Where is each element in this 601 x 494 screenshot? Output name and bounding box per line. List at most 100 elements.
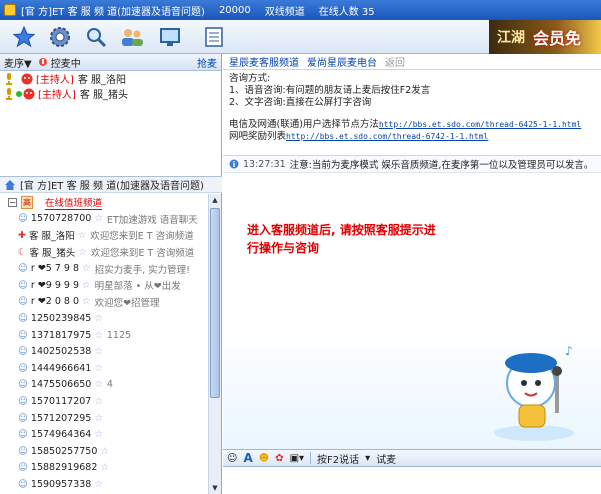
user-avatar-icon: ☺ bbox=[18, 412, 28, 424]
queue-mode-dropdown[interactable]: 麦序▼ bbox=[4, 55, 32, 70]
user-row[interactable]: ✚ 客 服_洛阳 ☆ 欢迎您来到E T 咨询频道 bbox=[0, 227, 208, 244]
user-avatar-icon: ☺ bbox=[18, 329, 28, 341]
tab-kefu[interactable]: 星辰麦客服频道 bbox=[229, 54, 299, 69]
user-row[interactable]: ☺ r ❤5 7 9 8 ☆ 招实力麦手, 实力管理! bbox=[0, 260, 208, 277]
user-row[interactable]: ☾ 客 服_猪头 ☆ 欢迎您来到E T 咨询频道 bbox=[0, 244, 208, 261]
user-row[interactable]: ☺ 1475506650 ☆ 4 bbox=[0, 377, 208, 394]
user-avatar-icon: ☺ bbox=[18, 478, 28, 490]
smiley-icon[interactable]: ☻ bbox=[259, 453, 269, 464]
queue-role: [主持人] bbox=[36, 75, 74, 86]
scroll-thumb[interactable] bbox=[210, 208, 220, 398]
font-icon[interactable]: A bbox=[243, 451, 252, 465]
friends-icon[interactable] bbox=[118, 23, 146, 51]
user-row[interactable]: ☺ 1250239845 ☆ bbox=[0, 310, 208, 327]
user-signature: 欢迎您来到E T 咨询频道 bbox=[90, 248, 195, 260]
user-row[interactable]: ☺ 15850257750 ☆ bbox=[0, 443, 208, 460]
user-avatar-icon: ☺ bbox=[18, 279, 28, 291]
user-level-star-icon: ☆ bbox=[94, 362, 103, 374]
user-signature: 欢迎您❤招管理 bbox=[94, 297, 160, 309]
notice-line: 1、语音咨询:有问题的朋友请上麦后按住F2发言 bbox=[229, 85, 431, 96]
user-avatar-icon: ☺ bbox=[18, 213, 28, 225]
user-row[interactable]: ☺ 1371817975 ☆ 1125 bbox=[0, 327, 208, 344]
flower-icon[interactable]: ✿ bbox=[275, 453, 283, 464]
list-icon[interactable] bbox=[200, 23, 228, 51]
title-bar: [官 方]ET 客 服 频 道(加速器及语音问题) 20000 双线频道 在线人… bbox=[0, 0, 601, 20]
user-signature: 1125 bbox=[106, 329, 132, 341]
user-row[interactable]: ☺ 1444966641 ☆ bbox=[0, 360, 208, 377]
user-row[interactable]: ☺ 15882919682 ☆ bbox=[0, 460, 208, 477]
user-list: − 高 在线值班频道 ☺ 1570728700 ☆ ET加速游戏 语音聊天 ✚ 客 服_洛… bbox=[0, 194, 208, 494]
back-link[interactable]: 返回 bbox=[385, 54, 405, 69]
user-row[interactable]: ☺ 1570117207 ☆ bbox=[0, 393, 208, 410]
microphone-icon bbox=[6, 87, 12, 100]
dropdown-arrow-icon[interactable]: ▾ bbox=[365, 453, 370, 464]
user-row[interactable]: ☺ 1570728700 ☆ ET加速游戏 语音聊天 bbox=[0, 211, 208, 228]
test-mic-button[interactable]: 试麦 bbox=[376, 451, 396, 466]
user-level-star-icon: ☆ bbox=[94, 213, 103, 225]
emoji-picker-icon[interactable]: ☺ bbox=[227, 453, 237, 464]
screenshot-icon[interactable]: ▣▾ bbox=[290, 453, 304, 464]
user-avatar-icon: ☺ bbox=[18, 312, 28, 324]
user-row[interactable]: ☺ r ❤9 9 9 9 ☆ 明星部落 • 从❤出发 bbox=[0, 277, 208, 294]
notice-line: 电信及网通(联通)用户选择节点方法http://bbs.et.sdo.com/t… bbox=[229, 119, 582, 130]
scroll-up-icon[interactable]: ▲ bbox=[209, 194, 221, 206]
tab-radio[interactable]: 爱尚星辰麦电台 bbox=[307, 54, 377, 69]
host-avatar-icon bbox=[21, 73, 33, 84]
search-icon[interactable] bbox=[82, 23, 110, 51]
screen-icon[interactable] bbox=[156, 23, 184, 51]
user-name: 1475506650 bbox=[30, 379, 92, 391]
user-signature: 4 bbox=[106, 379, 113, 391]
queue-item[interactable]: [主持人] 客 服_洛阳 bbox=[0, 71, 221, 86]
scroll-down-icon[interactable]: ▼ bbox=[209, 482, 221, 494]
user-name: 1570728700 bbox=[30, 213, 92, 225]
user-level-star-icon: ☆ bbox=[94, 329, 103, 341]
user-row[interactable]: ☺ r ❤2 0 8 0 ☆ 欢迎您❤招管理 bbox=[0, 294, 208, 311]
system-message: 13:27:31 注意:当前为麦序模式 娱乐音质频道,在麦序第一位以及管理员可以… bbox=[223, 156, 601, 173]
node-guide-link[interactable]: http://bbs.et.sdo.com/thread-6425-1-1.ht… bbox=[379, 120, 581, 129]
toolbar: 江湖 会员免 bbox=[0, 20, 601, 54]
user-name: 1574964364 bbox=[30, 429, 92, 441]
queue-user-name: 客 服_洛阳 bbox=[77, 75, 126, 86]
user-level-star-icon: ☆ bbox=[82, 263, 91, 275]
chat-area[interactable]: 进入客服频道后, 请按照客服提示进行操作与咨询 ♪ bbox=[223, 173, 601, 449]
channel-tabs: 星辰麦客服频道 爱尚星辰麦电台 返回 bbox=[223, 54, 601, 70]
left-panel: 麦序▼ 控麦中 抢麦 [主持人] 客 服_洛阳 [主持人] 客 服_猪头 [官 … bbox=[0, 54, 222, 494]
favorite-star-icon[interactable] bbox=[10, 23, 38, 51]
user-row[interactable]: ☺ 1574964364 ☆ bbox=[0, 426, 208, 443]
channel-tree-header[interactable]: [官 方]ET 客 服 频 道(加速器及语音问题) bbox=[0, 176, 222, 193]
user-row[interactable]: ☺ 1590957338 ☆ bbox=[0, 476, 208, 493]
collapse-icon[interactable]: − bbox=[8, 197, 17, 207]
user-level-star-icon: ☆ bbox=[82, 296, 91, 308]
control-mic-icon bbox=[38, 58, 47, 66]
channel-notice: 咨询方式: 1、语音咨询:有问题的朋友请上麦后按住F2发言 2、文字咨询:直接在… bbox=[223, 70, 601, 156]
online-count: 在线人数 35 bbox=[318, 6, 375, 18]
press-f2-button[interactable]: 按F2说话 bbox=[317, 451, 359, 466]
user-row[interactable]: ☺ 1571207295 ☆ bbox=[0, 410, 208, 427]
user-name: r ❤5 7 9 8 bbox=[30, 263, 80, 275]
reward-list-link[interactable]: http://bbs.et.sdo.com/thread-6742-1-1.ht… bbox=[286, 132, 488, 141]
user-level-star-icon: ☆ bbox=[78, 246, 87, 258]
user-level-star-icon: ☆ bbox=[94, 429, 103, 441]
user-name: r ❤9 9 9 9 bbox=[30, 279, 80, 291]
group-header[interactable]: − 高 在线值班频道 bbox=[0, 194, 208, 211]
user-name: 1444966641 bbox=[30, 362, 92, 374]
app-icon bbox=[4, 4, 16, 16]
grab-mic-button[interactable]: 抢麦 bbox=[197, 55, 217, 70]
user-avatar-icon: ☾ bbox=[18, 246, 27, 258]
queue-item[interactable]: [主持人] 客 服_猪头 bbox=[0, 86, 221, 101]
user-signature: 欢迎您来到E T 咨询频道 bbox=[90, 231, 194, 243]
channel-mode: 双线频道 bbox=[264, 6, 305, 18]
user-name: 1570117207 bbox=[30, 395, 92, 407]
user-row[interactable]: ☺ 1402502538 ☆ bbox=[0, 343, 208, 360]
user-level-star-icon: ☆ bbox=[77, 229, 87, 241]
microphone-icon bbox=[6, 72, 12, 85]
settings-gear-icon[interactable] bbox=[46, 23, 74, 51]
user-signature: 招实力麦手, 实力管理! bbox=[94, 264, 190, 276]
user-name: 客 服_洛阳 bbox=[28, 231, 75, 243]
chat-input[interactable] bbox=[223, 467, 601, 494]
user-name: r ❤2 0 8 0 bbox=[30, 296, 80, 308]
user-avatar-icon: ✚ bbox=[18, 229, 26, 241]
ad-banner[interactable]: 江湖 会员免 bbox=[489, 20, 601, 54]
user-list-scrollbar[interactable]: ▲ ▼ bbox=[208, 194, 221, 494]
notice-line: 网吧奖励列表http://bbs.et.sdo.com/thread-6742-… bbox=[229, 131, 489, 142]
